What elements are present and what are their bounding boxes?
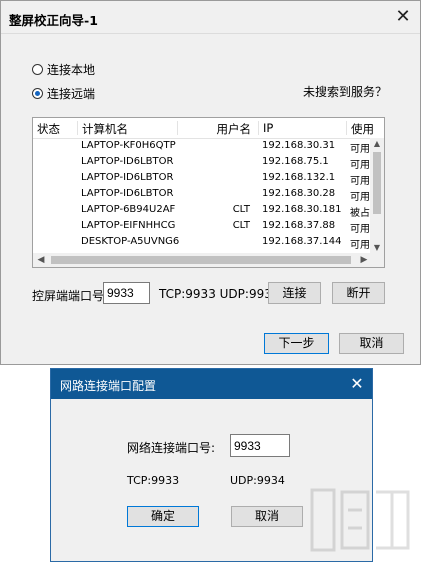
cell-user: CLT — [232, 204, 250, 215]
radio-icon[interactable] — [32, 64, 43, 75]
cell-name: LAPTOP-ID6LBTOR — [81, 188, 174, 199]
cell-use: 可用 — [350, 192, 370, 203]
radio-selected-icon[interactable] — [32, 88, 43, 99]
tcp-text: TCP:9933 — [127, 474, 180, 487]
title-divider — [1, 33, 420, 34]
cell-name: LAPTOP-KF0H6QTP — [81, 140, 176, 151]
close-icon[interactable]: ✕ — [393, 7, 413, 27]
table-header: 状态 计算机名 用户名 IP 使用 — [33, 118, 384, 139]
dialog-cancel-button[interactable]: 取消 — [231, 506, 303, 527]
dialog-port-input[interactable] — [230, 434, 290, 457]
cell-name: LAPTOP-ID6LBTOR — [81, 156, 174, 167]
table-row[interactable]: LAPTOP-ID6LBTOR 192.168.30.28 可用 — [33, 186, 370, 203]
horizontal-scrollbar[interactable]: ◀ ▶ — [33, 253, 384, 267]
table-body: LAPTOP-KF0H6QTP 192.168.30.31 可用 LAPTOP-ID6… — [33, 138, 370, 251]
col-status[interactable]: 状态 — [33, 121, 60, 136]
vertical-scrollbar[interactable]: ▲ ▼ — [370, 138, 384, 254]
cell-use: 可用 — [350, 176, 370, 187]
radio-local-label: 连接本地 — [47, 63, 96, 77]
cell-use: 可用 — [350, 224, 370, 235]
ok-button[interactable]: 确定 — [127, 506, 199, 527]
radio-connect-local[interactable]: 连接本地 — [32, 61, 95, 78]
next-button[interactable]: 下一步 — [264, 333, 329, 354]
cell-ip: 192.168.75.1 — [262, 156, 329, 167]
scroll-thumb[interactable] — [373, 152, 381, 214]
port-label: 控屏端端口号 — [32, 289, 105, 303]
scroll-right-icon[interactable]: ▶ — [358, 254, 370, 266]
table-row[interactable]: LAPTOP-KF0H6QTP 192.168.30.31 可用 — [33, 138, 370, 155]
cell-use: 被占 — [350, 208, 370, 219]
cancel-button[interactable]: 取消 — [339, 333, 404, 354]
cell-name: LAPTOP-ID6LBTOR — [81, 172, 174, 183]
scroll-up-icon[interactable]: ▲ — [372, 139, 382, 149]
radio-connect-remote[interactable]: 连接远端 — [32, 85, 95, 102]
wizard-title: 整屏校正向导-1 — [9, 13, 98, 28]
cell-user: CLT — [232, 220, 250, 231]
cell-ip: 192.168.30.181 — [262, 204, 342, 215]
scroll-down-icon[interactable]: ▼ — [372, 243, 382, 253]
disconnect-button[interactable]: 断开 — [332, 282, 385, 304]
table-row[interactable]: LAPTOP-ID6LBTOR 192.168.75.1 可用 — [33, 154, 370, 171]
scroll-left-icon[interactable]: ◀ — [35, 254, 47, 266]
cell-name: LAPTOP-6B94U2AF — [81, 204, 176, 215]
cell-use: 可用 — [350, 144, 370, 155]
server-table: 状态 计算机名 用户名 IP 使用 LAPTOP-KF0H6QTP 192.168… — [32, 117, 385, 268]
radio-remote-label: 连接远端 — [47, 87, 96, 101]
wizard-window: 整屏校正向导-1 ✕ 连接本地 连接远端 未搜索到服务？ 状态 计算机名 用户名… — [0, 0, 421, 365]
col-computer-name[interactable]: 计算机名 — [77, 121, 128, 136]
table-row[interactable]: LAPTOP-ID6LBTOR 192.168.132.1 可用 — [33, 170, 370, 187]
udp-text: UDP:9934 — [230, 474, 285, 487]
close-icon[interactable]: ✕ — [348, 374, 366, 394]
table-row[interactable]: LAPTOP-6B94U2AF CLT 192.168.30.181 被占 — [33, 202, 370, 219]
table-row[interactable]: LAPTOP-EIFNHHCG CLT 192.168.37.88 可用 — [33, 218, 370, 235]
dialog-title: 网路连接端口配置 — [60, 379, 157, 393]
col-username[interactable]: 用户名 — [177, 121, 255, 136]
hscroll-thumb[interactable] — [51, 256, 351, 264]
cell-ip: 192.168.30.28 — [262, 188, 336, 199]
cell-ip: 192.168.37.88 — [262, 220, 336, 231]
port-input[interactable] — [103, 282, 150, 304]
table-row[interactable]: DESKTOP-A5UVNG6 192.168.37.144 可用 — [33, 234, 370, 251]
cell-use: 可用 — [350, 160, 370, 171]
server-not-found-link[interactable]: 未搜索到服务？ — [303, 83, 387, 100]
col-ip[interactable]: IP — [258, 121, 273, 135]
cell-ip: 192.168.132.1 — [262, 172, 336, 183]
cell-use: 可用 — [350, 240, 370, 251]
cell-name: LAPTOP-EIFNHHCG — [81, 220, 176, 231]
port-info: TCP:9933 UDP:9934 — [159, 287, 280, 301]
cell-ip: 192.168.37.144 — [262, 236, 342, 247]
cell-ip: 192.168.30.31 — [262, 140, 336, 151]
watermark-logo — [310, 488, 410, 552]
col-use[interactable]: 使用 — [346, 121, 374, 136]
cell-name: DESKTOP-A5UVNG6 — [81, 236, 180, 247]
connect-button[interactable]: 连接 — [268, 282, 321, 304]
dialog-port-label: 网络连接端口号: — [127, 441, 216, 455]
